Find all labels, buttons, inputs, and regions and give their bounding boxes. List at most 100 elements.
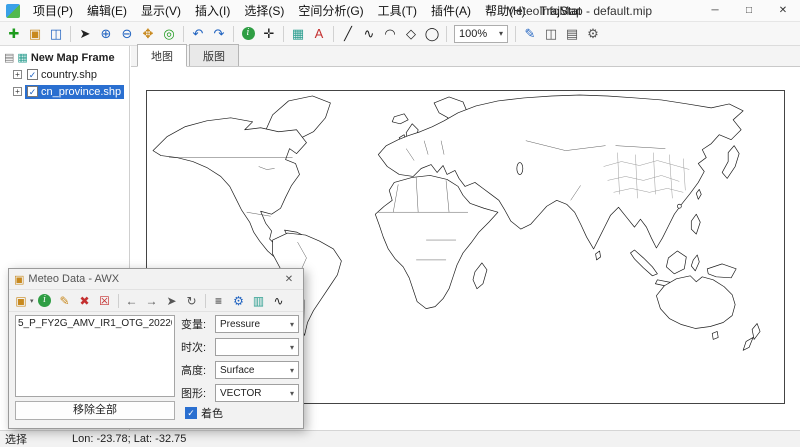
draw-polyline-icon[interactable]: ∿ (359, 24, 379, 44)
settings-icon[interactable]: ⚙ (583, 24, 603, 44)
folder-icon: ▣ (14, 273, 24, 286)
menu-edit[interactable]: 编辑(E) (80, 0, 134, 22)
edit-icon[interactable]: ✎ (520, 24, 540, 44)
open-icon[interactable]: ▣ (25, 24, 45, 44)
forward-icon[interactable]: → (143, 292, 161, 310)
info-icon[interactable]: i (238, 24, 258, 44)
new-icon[interactable]: ✚ (4, 24, 24, 44)
menu-plugins[interactable]: 插件(A) (424, 0, 478, 22)
layer-row-cn-province[interactable]: + ✓ cn_province.shp (0, 83, 129, 100)
back-icon[interactable]: ← (123, 292, 141, 310)
select-element-icon[interactable]: ➤ (75, 24, 95, 44)
plot-icon[interactable]: ∿ (270, 292, 288, 310)
graphic-value: VECTOR (220, 388, 262, 399)
save-edits-icon[interactable]: ◫ (541, 24, 561, 44)
layer-label[interactable]: cn_province.shp (41, 86, 121, 98)
chevron-down-icon: ▾ (290, 343, 294, 352)
dialog-titlebar[interactable]: ▣ Meteo Data - AWX ✕ (9, 269, 303, 290)
layer-checkbox[interactable]: ✓ (27, 69, 38, 80)
graphic-select[interactable]: VECTOR ▾ (215, 384, 299, 402)
run-icon[interactable]: ➤ (163, 292, 181, 310)
remove-icon[interactable]: ✖ (76, 292, 94, 310)
draw-circle-icon[interactable]: ◯ (422, 24, 442, 44)
menu-insert[interactable]: 插入(I) (188, 0, 237, 22)
tab-layout[interactable]: 版图 (189, 44, 239, 66)
maximize-button[interactable]: □ (732, 0, 766, 22)
data-settings-icon[interactable]: ⚙ (230, 292, 248, 310)
chevron-down-icon: ▾ (290, 366, 294, 375)
layer-label[interactable]: country.shp (41, 69, 97, 81)
time-select[interactable]: ▾ (215, 338, 299, 356)
expander-icon[interactable]: + (13, 70, 22, 79)
data-info-icon[interactable]: i (36, 292, 54, 310)
attribute-table-icon[interactable]: ▤ (562, 24, 582, 44)
meteo-data-dialog[interactable]: ▣ Meteo Data - AWX ✕ ▣ ▾ i ✎ ✖ ☒ ← → ➤ ↻… (8, 268, 304, 429)
graphic-label: 图形: (181, 385, 211, 401)
titlebar: 项目(P) 编辑(E) 显示(V) 插入(I) 选择(S) 空间分析(G) 工具… (0, 0, 800, 22)
main-toolbar: ✚ ▣ ◫ ➤ ⊕ ⊖ ✥ ◎ ↶ ↷ i ✛ ▦ A ╱ ∿ ◠ ◇ ◯ 10… (0, 22, 800, 46)
dialog-close-icon[interactable]: ✕ (280, 274, 298, 285)
tab-map[interactable]: 地图 (137, 44, 187, 67)
variable-label: 变量: (181, 316, 211, 332)
draw-curve-icon[interactable]: ◠ (380, 24, 400, 44)
info-glyph: i (38, 294, 51, 307)
variable-field-row: 变量: Pressure ▾ (181, 315, 299, 333)
view-tab-bar: 地图 版图 (131, 46, 800, 67)
data-file-list[interactable]: 5_P_FY2G_AMV_IR1_OTG_20220520_0530.AWX (15, 315, 175, 397)
menu-project[interactable]: 项目(P) (26, 0, 80, 22)
layer-select-area[interactable]: ✓ cn_province.shp (25, 85, 124, 99)
chevron-down-icon: ▾ (290, 389, 294, 398)
remove-all-icon[interactable]: ☒ (96, 292, 114, 310)
chevron-down-icon: ▾ (499, 29, 503, 38)
layer-row-country[interactable]: + ✓ country.shp (0, 66, 129, 83)
expander-icon[interactable]: + (13, 87, 22, 96)
level-value: Surface (220, 365, 254, 376)
text-label-icon[interactable]: A (309, 24, 329, 44)
identify-icon[interactable]: ✛ (259, 24, 279, 44)
variable-value: Pressure (220, 319, 260, 330)
save-icon[interactable]: ◫ (46, 24, 66, 44)
status-mode: 选择 (0, 431, 72, 447)
menu-spatial-analysis[interactable]: 空间分析(G) (291, 0, 370, 22)
previous-view-icon[interactable]: ↶ (188, 24, 208, 44)
dialog-title: Meteo Data - AWX (28, 273, 119, 285)
pan-icon[interactable]: ✥ (138, 24, 158, 44)
menu-tools[interactable]: 工具(T) (371, 0, 424, 22)
colored-checkbox[interactable]: ✓ (185, 407, 197, 419)
toolbar-separator (183, 26, 184, 42)
draw-polygon-icon[interactable]: ◇ (401, 24, 421, 44)
level-select[interactable]: Surface ▾ (215, 361, 299, 379)
remove-all-button[interactable]: 移除全部 (15, 401, 175, 420)
layer-checkbox[interactable]: ✓ (27, 86, 38, 97)
chart-icon[interactable]: ▥ (250, 292, 268, 310)
graphic-field-row: 图形: VECTOR ▾ (181, 384, 299, 402)
toolbar-separator (283, 26, 284, 42)
menu-selection[interactable]: 选择(S) (237, 0, 291, 22)
full-extent-icon[interactable]: ◎ (159, 24, 179, 44)
map-frame-node[interactable]: ▤ ▦ New Map Frame (0, 49, 129, 66)
level-field-row: 高度: Surface ▾ (181, 361, 299, 379)
list-icon[interactable]: ≡ (210, 292, 228, 310)
zoom-out-icon[interactable]: ⊖ (117, 24, 137, 44)
data-file-item[interactable]: 5_P_FY2G_AMV_IR1_OTG_20220520_0530.AWX (18, 317, 172, 331)
colored-checkbox-row[interactable]: ✓ 着色 (185, 405, 223, 421)
level-label: 高度: (181, 362, 211, 378)
open-data-icon[interactable]: ▣ (12, 292, 30, 310)
close-button[interactable]: ✕ (766, 0, 800, 22)
next-view-icon[interactable]: ↷ (209, 24, 229, 44)
variable-select[interactable]: Pressure ▾ (215, 315, 299, 333)
toolbar-separator (70, 26, 71, 42)
toolbar-separator (233, 26, 234, 42)
layer-select-area[interactable]: ✓ country.shp (25, 68, 100, 82)
draw-line-icon[interactable]: ╱ (338, 24, 358, 44)
menu-view[interactable]: 显示(V) (134, 0, 188, 22)
zoom-level-combobox[interactable]: 100% ▾ (454, 25, 508, 43)
loop-icon[interactable]: ↻ (183, 292, 201, 310)
chevron-down-icon[interactable]: ▾ (30, 297, 34, 305)
image-icon[interactable]: ▦ (288, 24, 308, 44)
draw-data-icon[interactable]: ✎ (56, 292, 74, 310)
minimize-button[interactable]: ─ (698, 0, 732, 22)
zoom-in-icon[interactable]: ⊕ (96, 24, 116, 44)
time-field-row: 时次: ▾ (181, 338, 299, 356)
toolbar-separator (333, 26, 334, 42)
